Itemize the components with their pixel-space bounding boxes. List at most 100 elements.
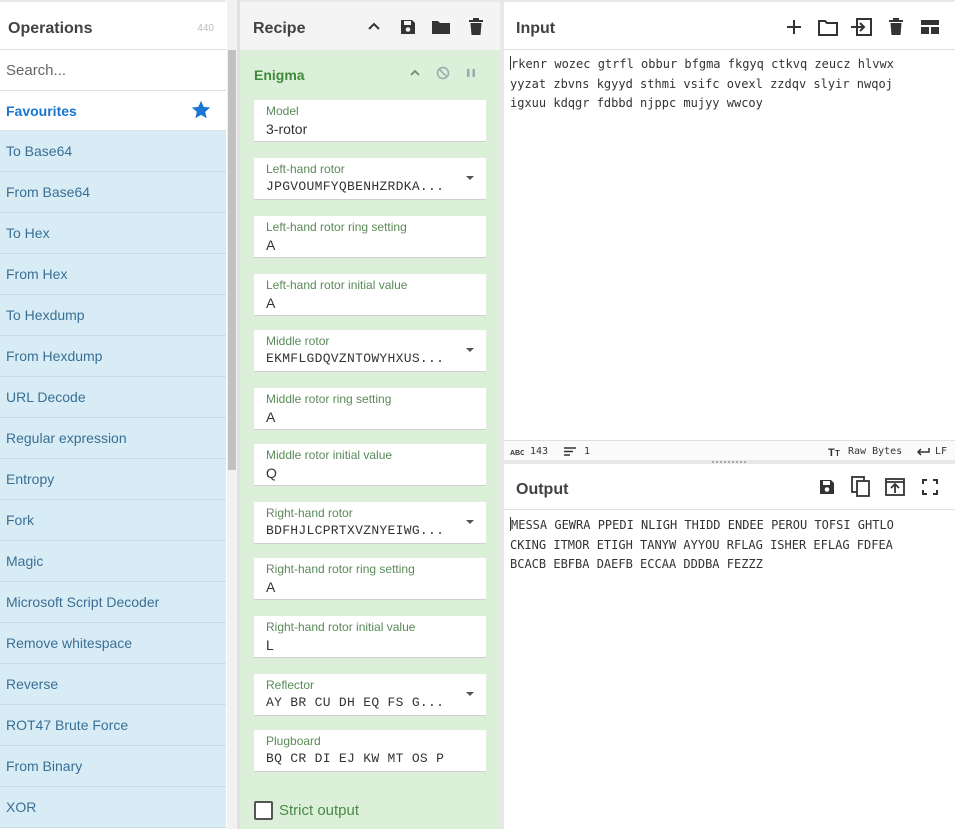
field-label: Model — [266, 104, 299, 118]
chevron-up-icon — [410, 69, 420, 76]
replace-input-button[interactable] — [883, 476, 907, 498]
plugboard-input[interactable]: Plugboard BQ CR DI EJ KW MT OS P... — [254, 730, 486, 772]
left-rotor-ring-input[interactable]: Left-hand rotor ring setting A — [254, 216, 486, 258]
dropdown-caret-icon[interactable] — [466, 176, 474, 180]
operation-item[interactable]: From Base64 — [0, 172, 226, 213]
open-folder-button[interactable] — [816, 16, 840, 38]
model-select[interactable]: Model 3-rotor — [254, 100, 486, 142]
load-recipe-button[interactable] — [430, 16, 452, 38]
strict-output-checkbox[interactable]: Strict output — [254, 799, 359, 821]
operations-header: Operations 440 — [0, 0, 226, 50]
field-value: L — [266, 637, 274, 653]
clear-recipe-button[interactable] — [465, 16, 487, 38]
input-text[interactable]: rkenr wozec gtrfl obbur bfgma fkgyq ctkv… — [510, 55, 894, 114]
operation-item[interactable]: Entropy — [0, 459, 226, 500]
reflector-select[interactable]: Reflector AY BR CU DH EQ FS G... — [254, 674, 486, 716]
favourites-category[interactable]: Favourites — [0, 91, 226, 131]
copy-output-button[interactable] — [849, 476, 873, 498]
operation-item[interactable]: To Base64 — [0, 131, 226, 172]
lines-icon — [564, 447, 576, 456]
field-label: Right-hand rotor initial value — [266, 620, 416, 634]
encoding-selector[interactable]: TT Raw Bytes — [828, 446, 902, 457]
output-text[interactable]: MESSA GEWRA PPEDI NLIGH THIDD ENDEE PERO… — [510, 516, 894, 575]
svg-text:T: T — [828, 447, 835, 457]
operations-scrollbar[interactable] — [227, 0, 237, 829]
dropdown-caret-icon[interactable] — [466, 520, 474, 524]
operation-item[interactable]: XOR — [0, 787, 226, 828]
save-icon — [401, 20, 415, 34]
save-output-button[interactable] — [815, 476, 839, 498]
operations-panel: Operations 440 Favourites To Base64 From… — [0, 0, 237, 829]
output-line: CKING ITMOR ETIGH TANYW AYYOU RFLAG ISHE… — [510, 537, 893, 552]
operation-item[interactable]: From Binary — [0, 746, 226, 787]
operation-item[interactable]: To Hexdump — [0, 295, 226, 336]
clear-input-button[interactable] — [884, 16, 908, 38]
operations-title: Operations — [8, 20, 93, 37]
maximise-output-button[interactable] — [918, 476, 942, 498]
operations-scrollbar-thumb[interactable] — [228, 50, 236, 470]
operation-item[interactable]: ROT47 Brute Force — [0, 705, 226, 746]
line-count: 1 — [564, 446, 590, 457]
star-icon[interactable] — [190, 99, 212, 121]
operations-search-input[interactable] — [0, 50, 226, 91]
field-value: A — [266, 295, 276, 311]
add-input-button[interactable] — [782, 16, 806, 38]
operation-item[interactable]: URL Decode — [0, 377, 226, 418]
middle-rotor-initial-input[interactable]: Middle rotor initial value Q — [254, 444, 486, 486]
field-value: BDFHJLCPRTXVZNYEIWG... — [266, 523, 445, 538]
operations-count: 440 — [197, 23, 214, 34]
field-label: Middle rotor initial value — [266, 448, 393, 462]
operation-item[interactable]: Fork — [0, 500, 226, 541]
folder-icon — [432, 21, 450, 34]
field-value: EKMFLGDQVZNTOWYHXUS... — [266, 351, 445, 366]
operation-item[interactable]: Microsoft Script Decoder — [0, 582, 226, 623]
eol-selector[interactable]: LF — [916, 446, 947, 457]
field-label: Middle rotor ring setting — [266, 392, 392, 406]
open-file-button[interactable] — [849, 16, 873, 38]
layout-icon — [921, 20, 939, 34]
field-value: Q — [266, 465, 277, 481]
right-rotor-select[interactable]: Right-hand rotor BDFHJLCPRTXVZNYEIWG... — [254, 502, 486, 544]
operation-item[interactable]: From Hex — [0, 254, 226, 295]
input-status-bar: ABC 143 1 TT Raw Bytes LF — [504, 440, 955, 462]
input-line: rkenr wozec gtrfl obbur bfgma fkgyq ctkv… — [511, 57, 894, 71]
left-rotor-select[interactable]: Left-hand rotor JPGVOUMFYQBENHZRDKA... — [254, 158, 486, 200]
input-line: yyzat zbvns kgyyd sthmi vsifc ovexl zzdq… — [510, 76, 893, 91]
middle-rotor-ring-input[interactable]: Middle rotor ring setting A — [254, 388, 486, 430]
text-size-icon: TT — [828, 447, 840, 457]
reset-layout-button[interactable] — [918, 16, 942, 38]
field-value: BQ CR DI EJ KW MT OS P... — [266, 751, 446, 766]
operation-item[interactable]: From Hexdump — [0, 336, 226, 377]
field-label: Plugboard — [266, 734, 321, 748]
right-rotor-ring-input[interactable]: Right-hand rotor ring setting A — [254, 558, 486, 600]
input-line: igxuu kdqgr fdbbd njppc mujyy wwcoy — [510, 96, 763, 110]
operation-item[interactable]: To Hex — [0, 213, 226, 254]
collapse-all-button[interactable] — [363, 16, 385, 38]
input-icon — [851, 18, 872, 36]
folder-open-icon — [818, 19, 838, 36]
operations-list: To Base64 From Base64 To Hex From Hex To… — [0, 131, 226, 828]
middle-rotor-select[interactable]: Middle rotor EKMFLGDQVZNTOWYHXUS... — [254, 330, 486, 372]
input-header: Input — [504, 2, 955, 50]
minimise-operation-button[interactable] — [406, 64, 424, 82]
dropdown-caret-icon[interactable] — [466, 692, 474, 696]
checkbox-box[interactable] — [254, 800, 273, 820]
input-panel: Input rkenr wozec gtrfl obbur bfgma fkgy… — [504, 0, 955, 462]
favourites-label: Favourites — [6, 103, 77, 119]
svg-text:T: T — [835, 449, 840, 457]
pause-icon — [467, 69, 475, 77]
eol-label: LF — [935, 446, 948, 457]
save-recipe-button[interactable] — [397, 16, 419, 38]
operation-item[interactable]: Regular expression — [0, 418, 226, 459]
operation-item[interactable]: Remove whitespace — [0, 623, 226, 664]
operation-item[interactable]: Reverse — [0, 664, 226, 705]
operation-item[interactable]: Magic — [0, 541, 226, 582]
recipe-header: Recipe — [240, 0, 500, 50]
dropdown-caret-icon[interactable] — [466, 348, 474, 352]
left-rotor-initial-input[interactable]: Left-hand rotor initial value A — [254, 274, 486, 316]
breakpoint-button[interactable] — [462, 64, 480, 82]
right-rotor-initial-input[interactable]: Right-hand rotor initial value L — [254, 616, 486, 658]
resize-grip-icon[interactable] — [712, 461, 746, 463]
block-icon — [436, 66, 450, 80]
disable-operation-button[interactable] — [434, 64, 452, 82]
